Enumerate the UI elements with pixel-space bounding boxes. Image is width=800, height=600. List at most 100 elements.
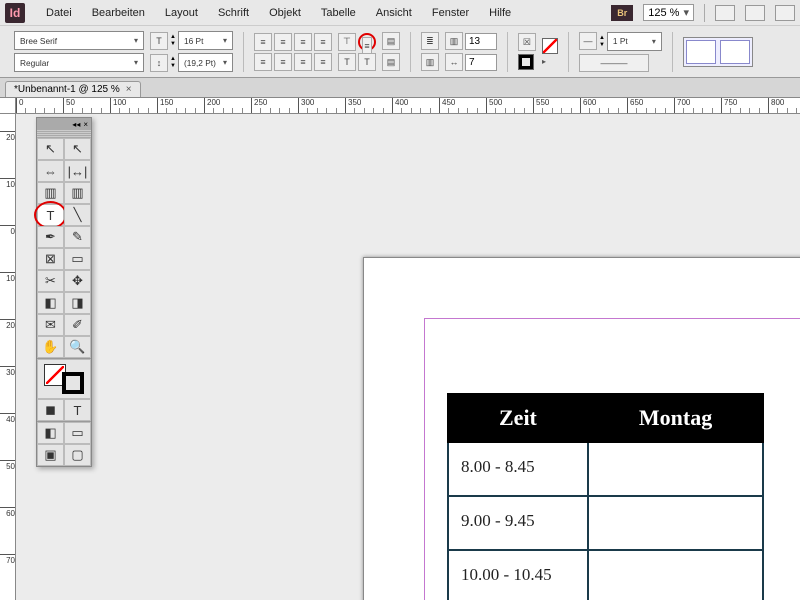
cell-mon-1[interactable] (588, 442, 763, 496)
menu-layout[interactable]: Layout (156, 3, 207, 23)
ruler-origin[interactable] (0, 98, 16, 114)
content-collect-tool[interactable]: ▥ (37, 182, 64, 204)
cell-time-1[interactable]: 8.00 - 8.45 (448, 442, 588, 496)
view-options-icon[interactable] (715, 5, 735, 21)
font-family-combo[interactable]: Bree Serif▾ (14, 31, 144, 50)
paragraph-align-group: ≡ ≡ ≡ ≡ ≡ ≡ ≡ ≡ (254, 33, 332, 71)
menu-datei[interactable]: Datei (37, 3, 81, 23)
stroke-style-icon[interactable]: ——— (579, 54, 649, 72)
align-towards-spine-icon[interactable]: ≡ (314, 53, 332, 71)
justify-all-icon[interactable]: ≡ (294, 53, 312, 71)
align-left-icon[interactable]: ≡ (254, 33, 272, 51)
page: Zeit Montag 8.00 - 8.45 9.00 - 9.45 10.0… (363, 257, 800, 600)
column-gutter-input[interactable] (465, 54, 497, 71)
menu-hilfe[interactable]: Hilfe (480, 3, 520, 23)
baseline-grid-on-icon[interactable]: ▤ (382, 32, 400, 50)
apply-text-icon[interactable]: T (64, 399, 91, 421)
cell-time-3[interactable]: 10.00 - 10.45 (448, 550, 588, 600)
stroke-color-swatch[interactable] (62, 372, 84, 394)
gradient-swatch-tool[interactable]: ◧ (37, 292, 64, 314)
vertical-ruler[interactable]: 3020100102030405060708090100 (0, 114, 16, 600)
table-row[interactable]: 8.00 - 8.45 (448, 442, 763, 496)
menu-fenster[interactable]: Fenster (423, 3, 478, 23)
default-color-icon[interactable]: ◧ (37, 422, 64, 444)
valign-text-center-icon[interactable]: T (358, 53, 376, 71)
eyedropper-tool[interactable]: ✐ (64, 314, 91, 336)
fill-swatch[interactable] (518, 54, 534, 70)
column-count-input[interactable] (465, 33, 497, 50)
columns-icon[interactable]: ▥ (421, 53, 439, 71)
document-tab-title: *Unbenannt-1 @ 125 % (14, 84, 120, 95)
leading-combo[interactable]: (19,2 Pt)▾ (178, 53, 233, 72)
header-montag[interactable]: Montag (588, 394, 763, 442)
cell-mon-2[interactable] (588, 496, 763, 550)
justify-last-right-icon[interactable]: ≡ (274, 53, 292, 71)
baseline-grid-off-icon[interactable]: ▤ (382, 53, 400, 71)
tools-panel: ◂◂ × ↖ ↖ ⇔ |↔| ▥ ▥ T ╲ ✒ ✎ ⊠ ▭ ✂ ✥ ◧ ◨ (36, 117, 92, 467)
spread-preview[interactable] (683, 37, 753, 67)
frame-tool[interactable]: ⊠ (37, 248, 64, 270)
font-size-combo[interactable]: 16 Pt▾ (178, 31, 233, 50)
zoom-tool[interactable]: 🔍 (64, 336, 91, 358)
bullets-icon[interactable]: ≣ (421, 32, 439, 50)
scissors-tool[interactable]: ✂ (37, 270, 64, 292)
pen-tool[interactable]: ✒ (37, 226, 64, 248)
page-tool[interactable]: ⇔ (37, 160, 64, 182)
stroke-weight-icon: — (579, 32, 597, 50)
header-zeit[interactable]: Zeit (448, 394, 588, 442)
stroke-none-icon[interactable] (542, 38, 558, 54)
selection-tool[interactable]: ↖ (37, 138, 64, 160)
note-tool[interactable]: ✉ (37, 314, 64, 336)
table-row[interactable]: 10.00 - 10.45 (448, 550, 763, 600)
valign-text-top-icon[interactable]: T (338, 53, 356, 71)
apply-none-icon[interactable]: ▭ (64, 422, 91, 444)
rectangle-tool[interactable]: ▭ (64, 248, 91, 270)
collapse-icon[interactable]: ◂◂ (72, 120, 80, 129)
menu-bearbeiten[interactable]: Bearbeiten (83, 3, 154, 23)
canvas[interactable]: ◂◂ × ↖ ↖ ⇔ |↔| ▥ ▥ T ╲ ✒ ✎ ⊠ ▭ ✂ ✥ ◧ ◨ (16, 114, 800, 600)
menu-schrift[interactable]: Schrift (209, 3, 258, 23)
horizontal-ruler[interactable]: 0501001502002503003504004505005506006507… (16, 98, 800, 114)
type-tool[interactable]: T (37, 204, 64, 226)
valign-top-icon[interactable]: ⊤ (338, 33, 356, 51)
apply-color-icon[interactable]: ◼ (37, 399, 64, 421)
zoom-level[interactable]: 125 % (643, 4, 694, 21)
normal-view-icon[interactable]: ▣ (37, 444, 64, 466)
cell-time-2[interactable]: 9.00 - 9.45 (448, 496, 588, 550)
table-row[interactable]: 9.00 - 9.45 (448, 496, 763, 550)
size-stepper[interactable]: ▲▼ (170, 34, 176, 47)
close-tab-icon[interactable]: × (126, 84, 132, 95)
font-style-combo[interactable]: Regular▾ (14, 53, 144, 72)
arrange-docs-icon[interactable] (775, 5, 795, 21)
document-tab[interactable]: *Unbenannt-1 @ 125 % × (5, 81, 141, 97)
menu-objekt[interactable]: Objekt (260, 3, 310, 23)
menu-tabelle[interactable]: Tabelle (312, 3, 365, 23)
leading-stepper[interactable]: ▲▼ (170, 56, 176, 69)
no-break-icon[interactable]: ☒ (518, 33, 536, 51)
text-frame[interactable]: Zeit Montag 8.00 - 8.45 9.00 - 9.45 10.0… (424, 318, 800, 600)
schedule-table[interactable]: Zeit Montag 8.00 - 8.45 9.00 - 9.45 10.0… (447, 393, 764, 600)
cell-mon-3[interactable] (588, 550, 763, 600)
fill-stroke-swatches[interactable] (37, 359, 91, 399)
justify-last-center-icon[interactable]: ≡ (254, 53, 272, 71)
justify-last-left-icon[interactable]: ≡ (314, 33, 332, 51)
hand-tool[interactable]: ✋ (37, 336, 64, 358)
content-place-tool[interactable]: ▥ (64, 182, 91, 204)
gap-tool[interactable]: |↔| (64, 160, 91, 182)
close-panel-icon[interactable]: × (83, 120, 88, 129)
pencil-tool[interactable]: ✎ (64, 226, 91, 248)
menubar: Id Datei Bearbeiten Layout Schrift Objek… (0, 0, 800, 26)
screen-mode-icon[interactable] (745, 5, 765, 21)
line-tool[interactable]: ╲ (64, 204, 91, 226)
free-transform-tool[interactable]: ✥ (64, 270, 91, 292)
stroke-weight-combo[interactable]: 1 Pt▾ (607, 32, 662, 51)
gradient-feather-tool[interactable]: ◨ (64, 292, 91, 314)
menu-ansicht[interactable]: Ansicht (367, 3, 421, 23)
bridge-icon[interactable]: Br (611, 5, 633, 21)
panel-grip[interactable] (37, 130, 91, 138)
align-center-icon[interactable]: ≡ (274, 33, 292, 51)
align-right-icon[interactable]: ≡ (294, 33, 312, 51)
stroke-stepper[interactable]: ▲▼ (599, 35, 605, 48)
preview-view-icon[interactable]: ▢ (64, 444, 91, 466)
direct-selection-tool[interactable]: ↖ (64, 138, 91, 160)
